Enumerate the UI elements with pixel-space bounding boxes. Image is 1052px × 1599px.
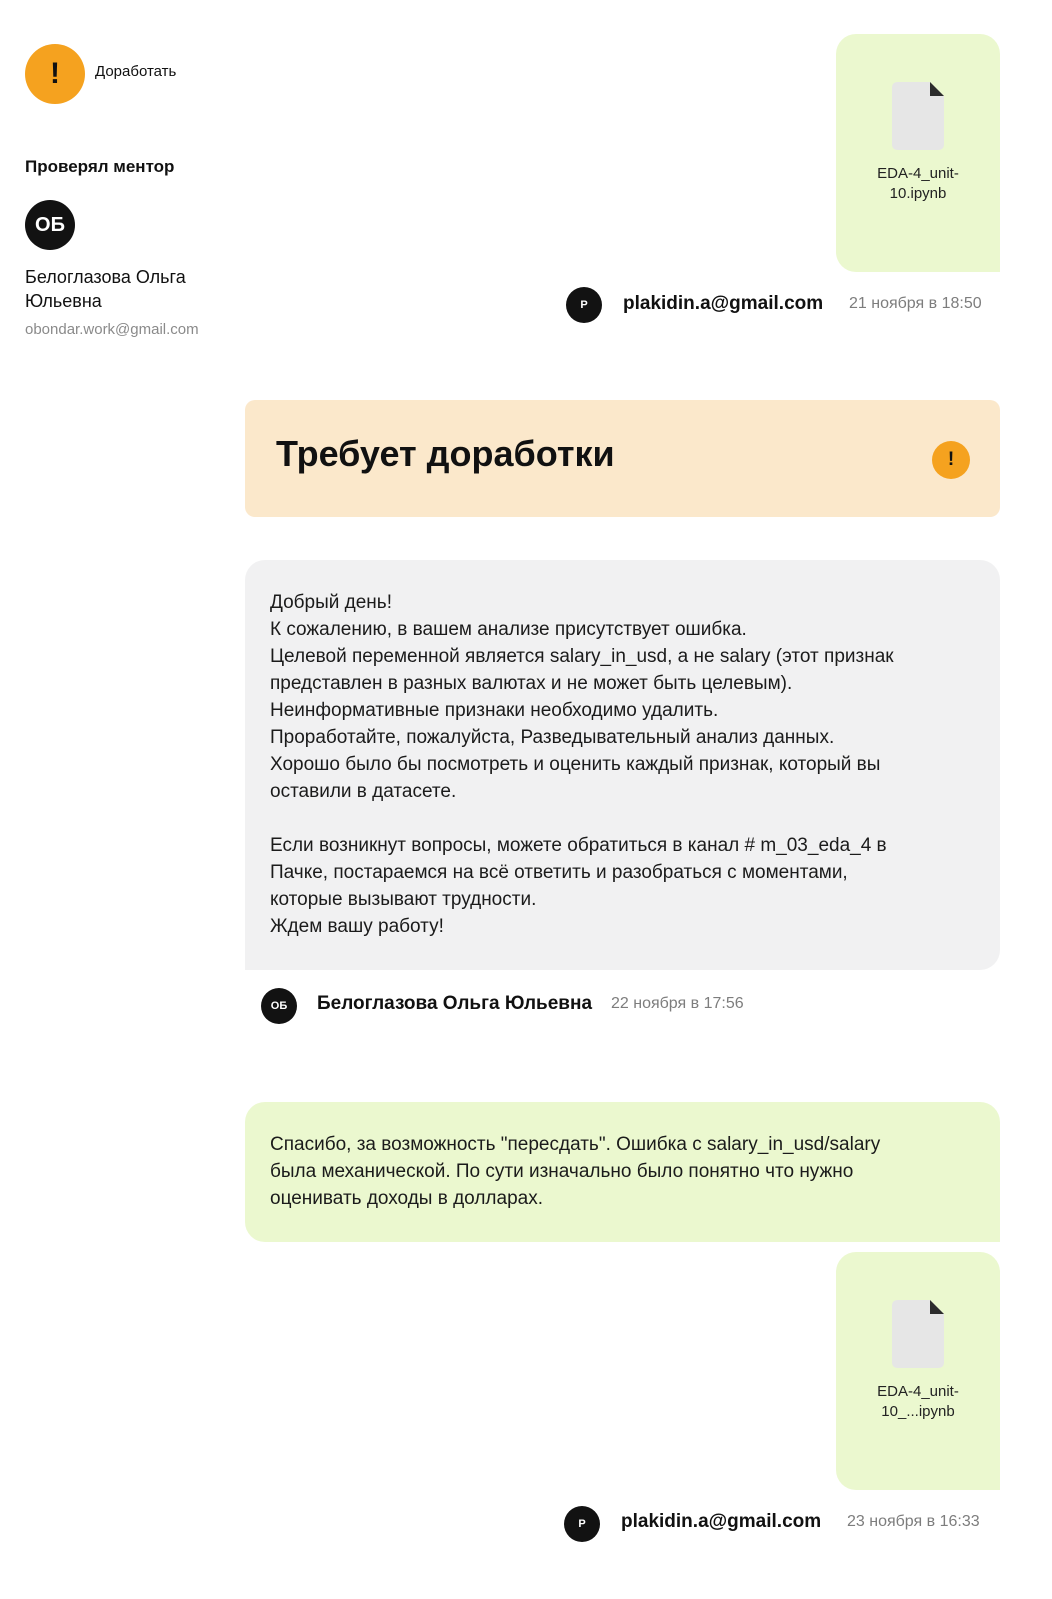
author-name: plakidin.a@gmail.com — [623, 293, 824, 314]
message-line: Если возникнут вопросы, можете обратитьс… — [270, 835, 887, 856]
message-line: Спасибо, за возможность "пересдать". Оши… — [270, 1134, 881, 1155]
attached-file-card[interactable]: EDA-4_unit-10_...ipynb — [836, 1252, 1000, 1490]
mentor-heading: Проверял ментор — [25, 157, 175, 176]
mentor-name: Белоглазова Ольга Юльевна — [25, 267, 186, 311]
message-line: Пачке, постараемся на всё ответить и раз… — [270, 862, 848, 883]
message-line: Проработайте, пожалуйста, Разведывательн… — [270, 727, 835, 748]
author-avatar: P — [564, 1506, 600, 1542]
message-line: была механической. По сути изначально бы… — [270, 1161, 854, 1182]
message-line — [270, 805, 975, 832]
status-banner: Требует доработки ! — [245, 400, 1000, 517]
status-exclamation-icon: ! — [25, 44, 85, 104]
message-line: Хорошо было бы посмотреть и оценить кажд… — [270, 754, 881, 775]
message-timestamp: 23 ноября в 16:33 — [847, 1513, 980, 1530]
author-avatar: P — [566, 287, 602, 323]
status-label: Доработать — [95, 63, 177, 80]
message-line: которые вызывают трудности. — [270, 889, 537, 910]
message-line: К сожалению, в вашем анализе присутствуе… — [270, 619, 747, 640]
file-icon — [892, 82, 944, 150]
message-line: представлен в разных валютах и не может … — [270, 673, 793, 694]
file-name: EDA-4_unit-10.ipynb — [877, 165, 959, 202]
mentor-avatar-small: ОБ — [261, 988, 297, 1024]
file-name: EDA-4_unit-10_...ipynb — [877, 1383, 959, 1420]
author-name: Белоглазова Ольга Юльевна — [317, 993, 593, 1014]
message-line: оценивать доходы в долларах. — [270, 1188, 543, 1209]
message-line: оставили в датасете. — [270, 781, 457, 802]
mentor-review-message: Добрый день! К сожалению, в вашем анализ… — [245, 560, 1000, 970]
mentor-avatar: ОБ — [25, 200, 75, 250]
message-line: Неинформативные признаки необходимо удал… — [270, 700, 719, 721]
student-reply-message: Спасибо, за возможность "пересдать". Оши… — [245, 1102, 1000, 1242]
message-timestamp: 21 ноября в 18:50 — [849, 295, 982, 312]
message-line: Добрый день! — [270, 592, 392, 613]
file-icon — [892, 1300, 944, 1368]
attached-file-card[interactable]: EDA-4_unit-10.ipynb — [836, 34, 1000, 272]
status-banner-title: Требует доработки — [276, 433, 615, 474]
author-name: plakidin.a@gmail.com — [621, 1511, 822, 1532]
message-line: Ждем вашу работу! — [270, 916, 444, 937]
message-timestamp: 22 ноября в 17:56 — [611, 995, 744, 1012]
mentor-email[interactable]: obondar.work@gmail.com — [25, 320, 215, 340]
message-line: Целевой переменной является salary_in_us… — [270, 646, 894, 667]
exclamation-icon: ! — [932, 441, 970, 479]
